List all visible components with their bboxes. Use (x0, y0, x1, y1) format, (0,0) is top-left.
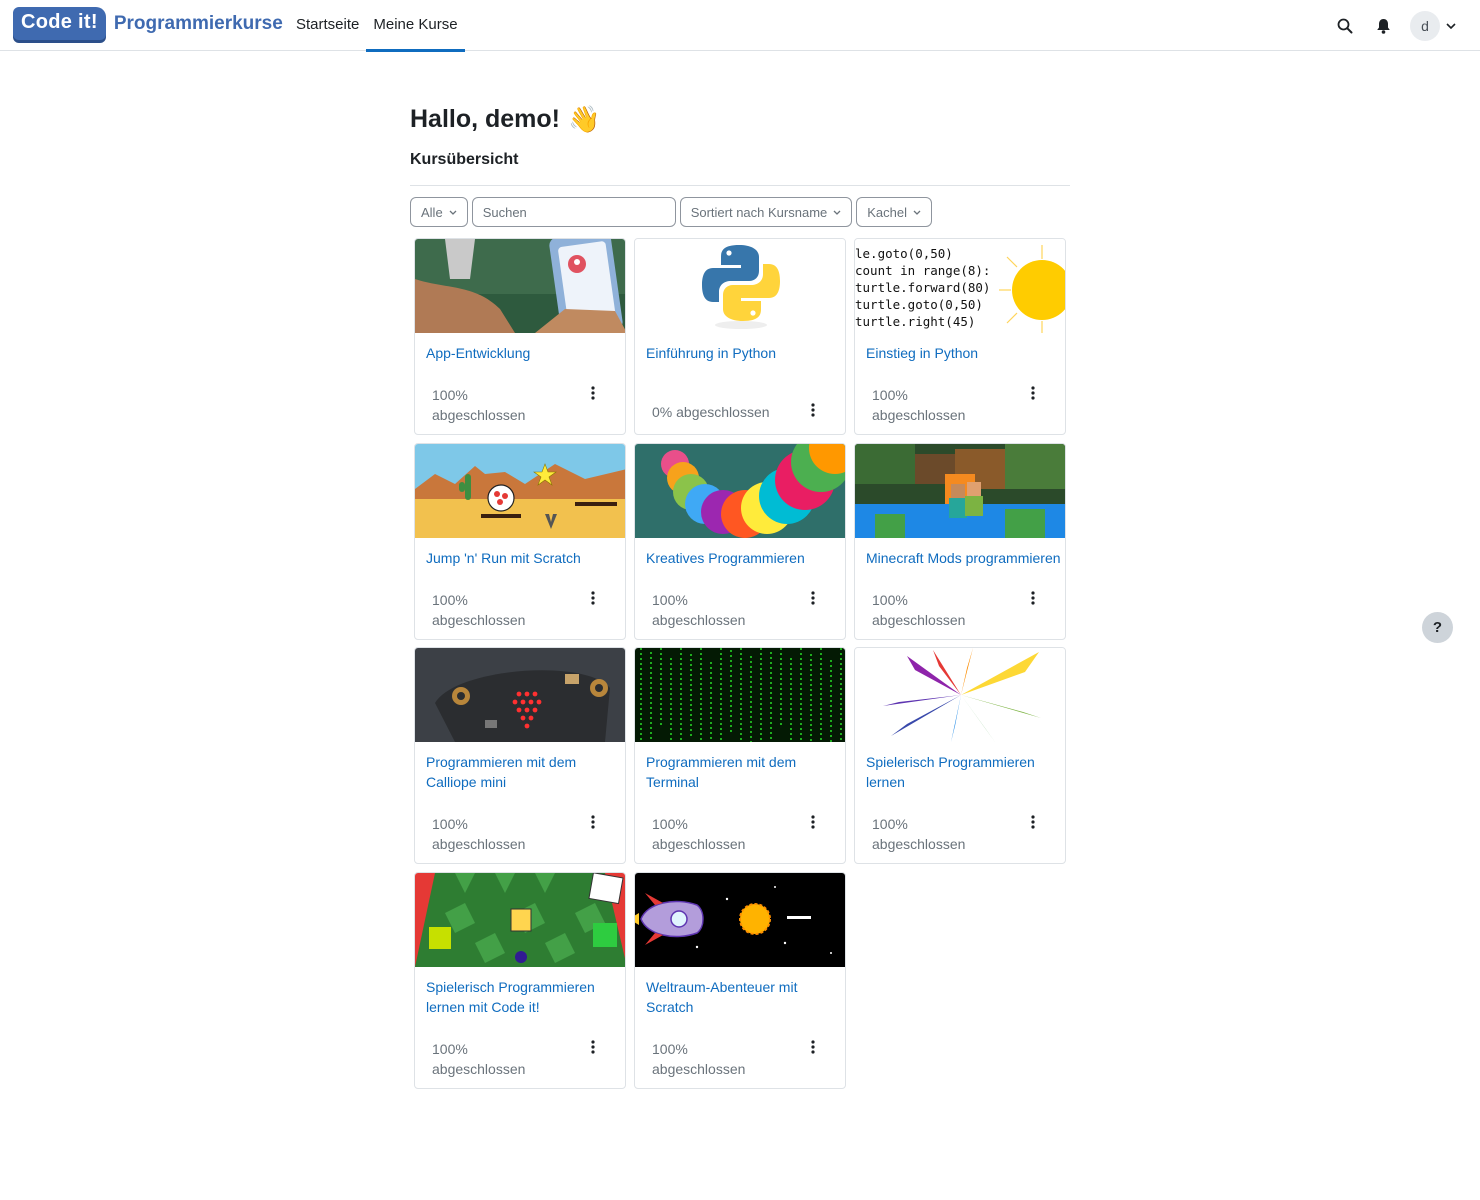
course-card[interactable]: Weltraum-Abenteuer mit Scratch 100% abge… (634, 872, 846, 1089)
grouping-dropdown[interactable]: Alle (410, 197, 468, 227)
course-card[interactable]: App-Entwicklung 100% abgeschlossen (414, 238, 626, 435)
view-label: Kachel (867, 204, 908, 220)
course-card[interactable]: Programmieren mit dem Calliope mini 100%… (414, 647, 626, 864)
course-title[interactable]: Weltraum-Abenteuer mit Scratch (646, 977, 842, 1017)
more-vertical-icon[interactable] (805, 400, 821, 420)
nav-link-meine-kurse[interactable]: Meine Kurse (366, 0, 465, 52)
course-card[interactable]: le.goto(0,50) count in range(8): turtle.… (854, 238, 1066, 435)
course-image-matrix[interactable] (635, 648, 846, 742)
course-card[interactable]: Programmieren mit dem Terminal 100% abge… (634, 647, 846, 864)
course-title[interactable]: Minecraft Mods programmieren (866, 548, 1062, 568)
course-card[interactable]: Einführung in Python 0% abgeschlossen (634, 238, 846, 435)
course-image-space[interactable] (635, 873, 846, 967)
course-card[interactable]: Kreatives Programmieren 100% abgeschloss… (634, 443, 846, 640)
course-title[interactable]: Jump 'n' Run mit Scratch (426, 548, 622, 568)
code-line: count in range(8): (855, 263, 991, 278)
course-card[interactable]: Spielerisch Programmieren lernen 100% ab… (854, 647, 1066, 864)
more-vertical-icon[interactable] (1025, 383, 1041, 403)
course-image-python[interactable] (635, 239, 846, 333)
more-vertical-icon[interactable] (585, 1037, 601, 1057)
divider (410, 185, 1070, 186)
course-title[interactable]: App-Entwicklung (426, 343, 622, 363)
course-title[interactable]: Kreatives Programmieren (646, 548, 842, 568)
course-progress: 100% abgeschlossen (432, 592, 526, 628)
brand-name: Programmierkurse (113, 12, 283, 34)
course-image-minecraft[interactable] (855, 444, 1066, 538)
code-line: turtle.forward(80) (855, 280, 991, 295)
chevron-down-icon (449, 210, 457, 215)
course-image-spiral[interactable] (635, 444, 846, 538)
brand-logo[interactable]: Code it! Programmierkurse (13, 7, 283, 40)
course-image-calliope[interactable] (415, 648, 626, 742)
help-button[interactable]: ? (1422, 612, 1453, 643)
nav-link-startseite[interactable]: Startseite (289, 0, 366, 51)
more-vertical-icon[interactable] (805, 812, 821, 832)
course-image-checker[interactable] (415, 873, 626, 967)
chevron-down-icon[interactable] (1446, 20, 1458, 32)
section-title: Kursübersicht (410, 151, 519, 168)
page-title: Hallo, demo! 👋 (410, 96, 1070, 142)
code-line: turtle.goto(0,50) (855, 297, 983, 312)
more-vertical-icon[interactable] (1025, 588, 1041, 608)
course-image-app[interactable] (415, 239, 626, 333)
bell-icon[interactable] (1364, 10, 1402, 41)
course-title[interactable]: Programmieren mit dem Calliope mini (426, 752, 622, 792)
course-progress: 100% abgeschlossen (652, 592, 746, 628)
code-line: turtle.right(45) (855, 314, 976, 329)
top-navbar: Code it! Programmierkurse Startseite Mei… (0, 0, 1480, 52)
chevron-down-icon (913, 210, 921, 215)
course-image-ribbons[interactable] (855, 648, 1066, 742)
course-title[interactable]: Programmieren mit dem Terminal (646, 752, 842, 792)
more-vertical-icon[interactable] (1025, 812, 1041, 832)
sort-label: Sortiert nach Kursname (690, 204, 828, 220)
primary-navigation: Startseite Meine Kurse (289, 0, 465, 52)
more-vertical-icon[interactable] (585, 588, 601, 608)
course-card[interactable]: Spielerisch Programmieren lernen mit Cod… (414, 872, 626, 1089)
course-image-turtle-code[interactable]: le.goto(0,50) count in range(8): turtle.… (855, 239, 1065, 333)
more-vertical-icon[interactable] (805, 1037, 821, 1057)
wave-emoji: 👋 (568, 104, 601, 134)
grouping-label: Alle (421, 204, 443, 220)
code-line: le.goto(0,50) (855, 246, 953, 261)
course-progress: 100% abgeschlossen (432, 387, 526, 423)
user-avatar[interactable]: d (1410, 10, 1440, 41)
course-progress: 100% abgeschlossen (432, 1041, 526, 1077)
course-title[interactable]: Einführung in Python (646, 343, 842, 363)
course-progress: 100% abgeschlossen (652, 816, 746, 852)
course-progress: 0% abgeschlossen (652, 404, 770, 420)
code-snippet: le.goto(0,50) count in range(8): turtle.… (855, 245, 990, 330)
view-dropdown[interactable]: Kachel (856, 197, 933, 227)
course-image-desert[interactable] (415, 444, 626, 538)
course-progress: 100% abgeschlossen (432, 816, 526, 852)
search-input[interactable] (471, 197, 676, 227)
course-card[interactable]: Jump 'n' Run mit Scratch 100% abgeschlos… (414, 443, 626, 640)
course-progress: 100% abgeschlossen (872, 592, 966, 628)
course-title[interactable]: Spielerisch Programmieren lernen (866, 752, 1062, 792)
more-vertical-icon[interactable] (585, 383, 601, 403)
course-title[interactable]: Einstieg in Python (866, 343, 1062, 363)
course-progress: 100% abgeschlossen (872, 387, 966, 423)
brand-badge: Code it! (13, 7, 106, 40)
navbar-actions: d (1326, 10, 1458, 41)
more-vertical-icon[interactable] (585, 812, 601, 832)
course-progress: 100% abgeschlossen (872, 816, 966, 852)
more-vertical-icon[interactable] (805, 588, 821, 608)
sort-dropdown[interactable]: Sortiert nach Kursname (679, 197, 853, 227)
course-filters: Alle Sortiert nach Kursname Kachel (410, 197, 936, 227)
greeting-text: Hallo, demo! (410, 105, 561, 133)
course-card[interactable]: Minecraft Mods programmieren 100% abgesc… (854, 443, 1066, 640)
search-icon[interactable] (1326, 10, 1364, 41)
course-title[interactable]: Spielerisch Programmieren lernen mit Cod… (426, 977, 622, 1017)
course-progress: 100% abgeschlossen (652, 1041, 746, 1077)
chevron-down-icon (833, 210, 841, 215)
page-header: Hallo, demo! 👋 Kursübersicht (410, 96, 1070, 186)
